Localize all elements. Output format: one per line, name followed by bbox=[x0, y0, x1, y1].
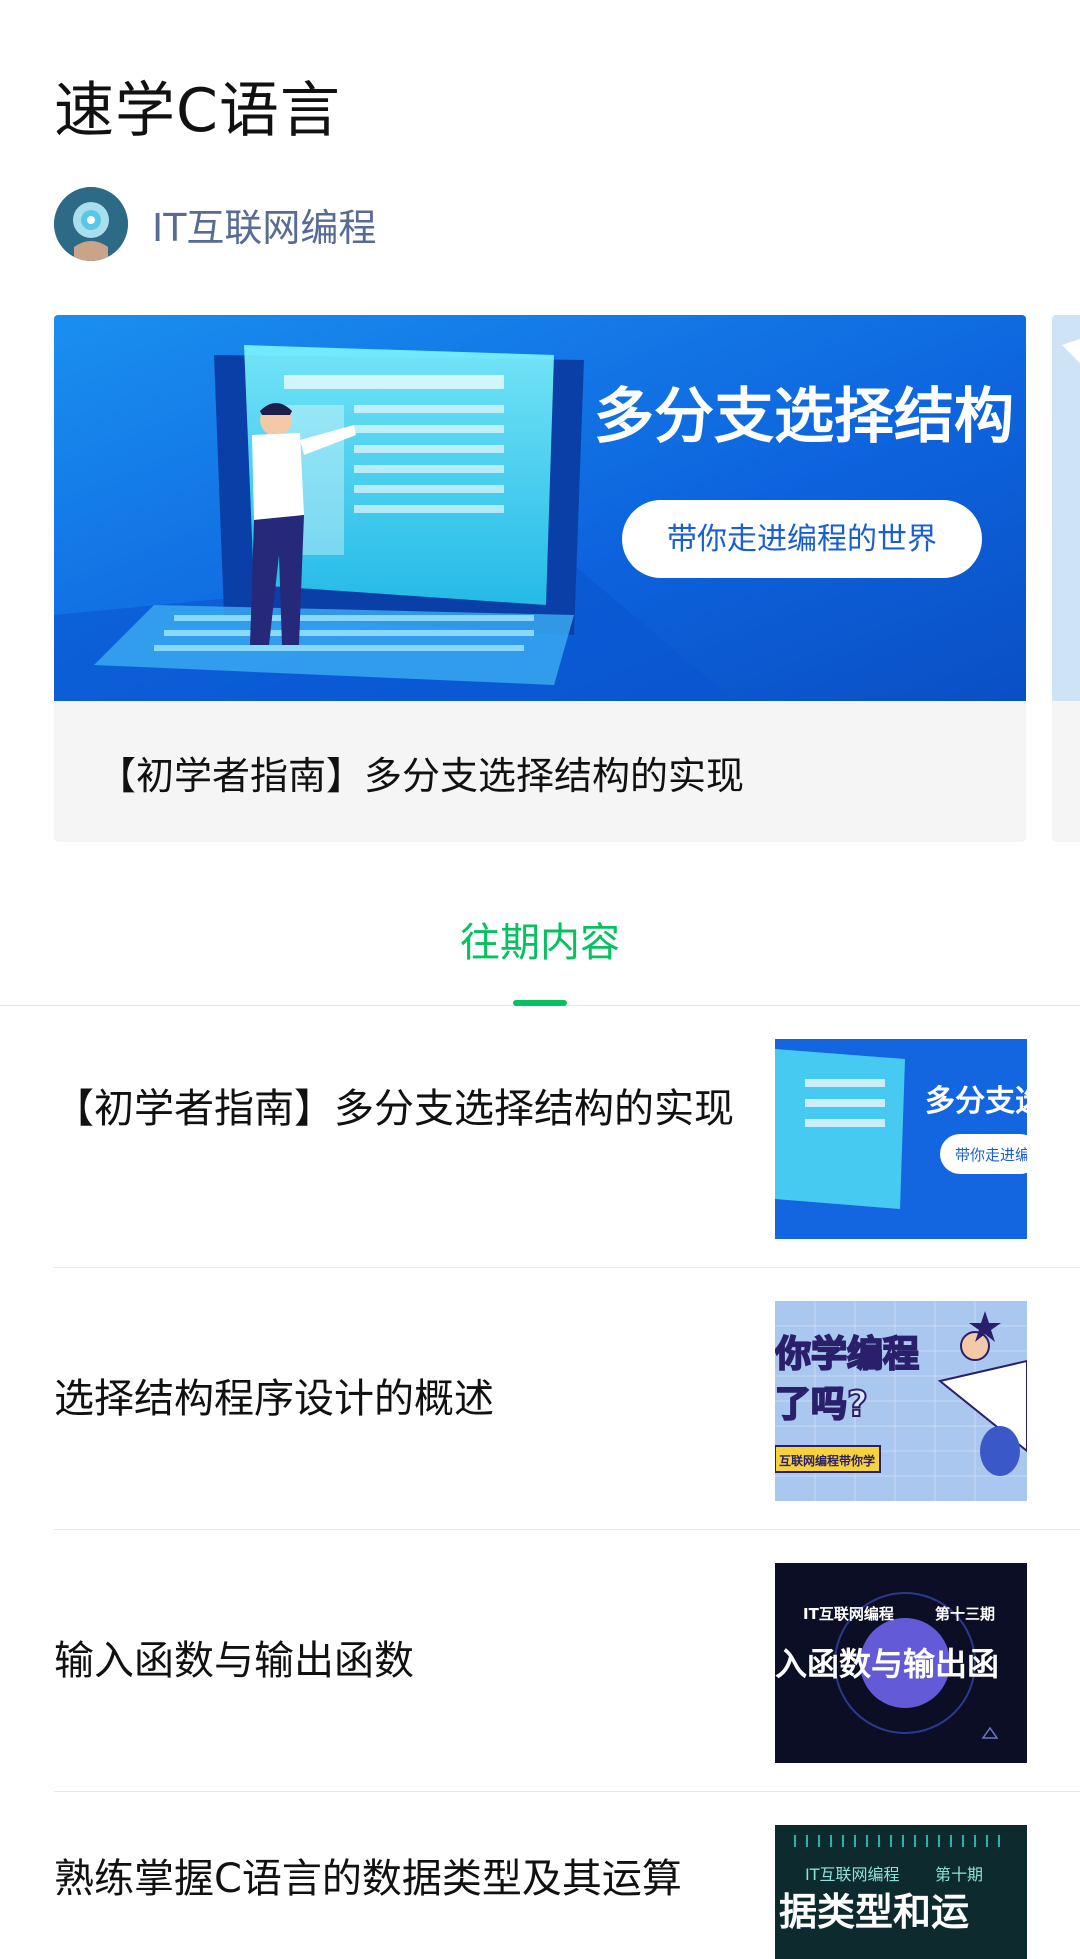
article-item[interactable]: 熟练掌握C语言的数据类型及其运算 IT互联网编程 第十期 据类型和运 bbox=[54, 1792, 1080, 1959]
article-item[interactable]: 【初学者指南】多分支选择结构的实现 多分支选 带你走进编 bbox=[54, 1006, 1080, 1268]
article-title[interactable]: 选择结构程序设计的概述 bbox=[54, 1366, 754, 1432]
banner-headline: 多分支选择结构 bbox=[594, 382, 1014, 452]
article-thumbnail: IT互联网编程 第十三期 入函数与输出函 bbox=[775, 1563, 1027, 1763]
tab-past-content[interactable]: 往期内容 bbox=[0, 910, 1080, 968]
article-thumbnail: 你学编程 了吗? 互联网编程带你学 bbox=[775, 1301, 1027, 1501]
article-thumbnail: 多分支选 带你走进编 bbox=[775, 1039, 1027, 1239]
next-card-peek[interactable] bbox=[1052, 315, 1080, 842]
thumb-text: 你学编程 bbox=[775, 1333, 919, 1375]
thumb-text: 第十三期 bbox=[935, 1605, 995, 1623]
thumb-text: 了吗? bbox=[775, 1384, 868, 1425]
next-card-image bbox=[1052, 315, 1080, 701]
featured-carousel[interactable]: 多分支选择结构 带你走进编程的世界 【初学者指南】多分支选择结构的实现 bbox=[54, 315, 1080, 842]
banner-pill: 带你走进编程的世界 bbox=[667, 522, 937, 557]
article-item[interactable]: 选择结构程序设计的概述 你学编程 了吗? 互联网编程带你学 bbox=[54, 1268, 1080, 1530]
thumb-text: IT互联网编程 bbox=[803, 1605, 894, 1623]
author-name[interactable]: IT互联网编程 bbox=[152, 197, 376, 252]
avatar-globe-icon[interactable] bbox=[54, 187, 128, 261]
article-title[interactable]: 【初学者指南】多分支选择结构的实现 bbox=[54, 1076, 754, 1142]
thumb-text: 据类型和运 bbox=[779, 1890, 969, 1934]
author-row[interactable]: IT互联网编程 bbox=[54, 186, 376, 262]
tab-bar: 往期内容 bbox=[0, 880, 1080, 1006]
thumb-text: 带你走进编 bbox=[955, 1146, 1027, 1164]
article-title[interactable]: 熟练掌握C语言的数据类型及其运算 bbox=[54, 1846, 754, 1912]
article-title[interactable]: 输入函数与输出函数 bbox=[54, 1628, 754, 1694]
thumb-text: 多分支选 bbox=[925, 1084, 1027, 1119]
featured-card[interactable]: 多分支选择结构 带你走进编程的世界 【初学者指南】多分支选择结构的实现 bbox=[54, 315, 1026, 842]
album-title: 速学C语言 bbox=[54, 76, 341, 146]
thumb-text: 第十期 bbox=[935, 1865, 983, 1884]
thumb-text: IT互联网编程 bbox=[805, 1865, 900, 1884]
featured-banner-image: 多分支选择结构 带你走进编程的世界 bbox=[54, 315, 1026, 701]
article-item[interactable]: 输入函数与输出函数 IT互联网编程 第十三期 入函数与输出函 bbox=[54, 1530, 1080, 1792]
thumb-text: 入函数与输出函 bbox=[775, 1645, 999, 1683]
album-page: 速学C语言 IT互联网编程 多分支选择结构 带你走进编程的世界 【初学者指南】多… bbox=[0, 0, 1080, 1959]
article-thumbnail: IT互联网编程 第十期 据类型和运 bbox=[775, 1825, 1027, 1959]
featured-title[interactable]: 【初学者指南】多分支选择结构的实现 bbox=[98, 745, 744, 800]
thumb-text: 互联网编程带你学 bbox=[779, 1453, 875, 1468]
